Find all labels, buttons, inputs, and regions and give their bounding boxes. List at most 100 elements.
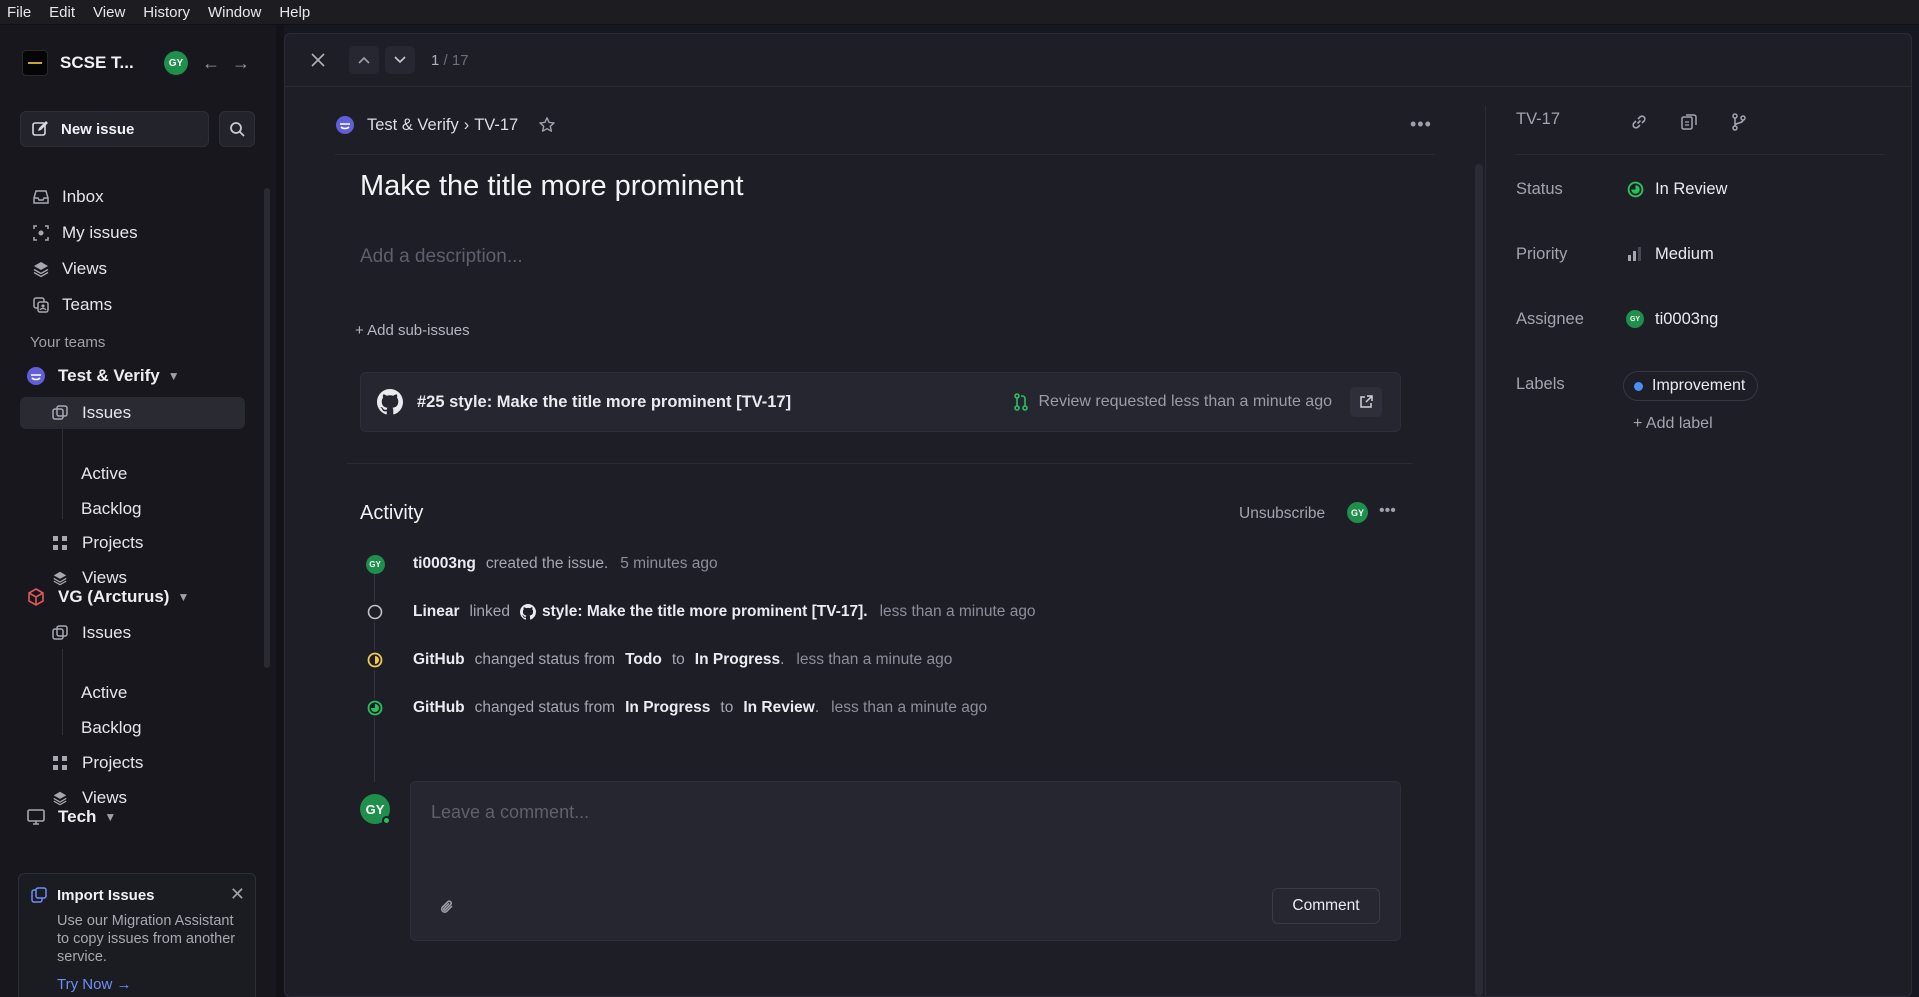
team-test-verify[interactable]: Test & Verify ▼: [26, 361, 256, 391]
sidebar-item-label: Teams: [62, 295, 113, 314]
breadcrumb-issue-id[interactable]: TV-17: [474, 116, 518, 135]
breadcrumb-team[interactable]: Test & Verify: [367, 116, 459, 135]
event-actor[interactable]: ti0003ng: [413, 555, 476, 573]
sidebar-item-issues[interactable]: Issues: [20, 617, 245, 649]
workspace-name[interactable]: SCSE T...: [60, 53, 150, 73]
event-target[interactable]: style: Make the title more prominent [TV…: [542, 603, 868, 621]
sidebar-item-label: Inbox: [62, 187, 104, 206]
workspace-logo[interactable]: [22, 50, 48, 76]
description-field[interactable]: Add a description...: [360, 246, 523, 268]
import-icon: [31, 887, 47, 903]
import-issues-card: Import Issues ✕ Use our Migration Assist…: [18, 873, 256, 997]
sidebar-item-projects[interactable]: Projects: [20, 527, 245, 559]
team-name: VG (Arcturus): [58, 587, 170, 606]
copy-id-icon[interactable]: [1675, 108, 1703, 136]
issue-title[interactable]: Make the title more prominent: [360, 170, 744, 203]
caret-down-icon: ▼: [104, 810, 117, 824]
previous-issue-button[interactable]: [349, 46, 379, 74]
paperclip-icon[interactable]: [439, 898, 455, 916]
main-scrollbar[interactable]: [1475, 164, 1483, 996]
team-vg-arcturus[interactable]: VG (Arcturus) ▼: [26, 582, 256, 612]
assignee-selector[interactable]: GY ti0003ng: [1625, 307, 1718, 331]
sidebar-item-label: Projects: [82, 753, 144, 772]
add-sub-issues-button[interactable]: + Add sub-issues: [355, 322, 470, 339]
sidebar-divider[interactable]: [276, 25, 284, 997]
next-issue-button[interactable]: [385, 46, 415, 74]
event-text: changed status from: [474, 699, 616, 716]
breadcrumb-separator: ›: [463, 115, 470, 134]
sidebar-item-teams[interactable]: Teams: [20, 289, 245, 321]
sidebar-item-issues[interactable]: Issues: [20, 397, 245, 429]
sidebar-item-views[interactable]: Views: [20, 253, 245, 285]
sidebar-item-label: Projects: [82, 533, 144, 552]
unsubscribe-button[interactable]: Unsubscribe: [1239, 505, 1325, 523]
close-icon[interactable]: ✕: [230, 884, 245, 905]
in-progress-status-icon: [365, 650, 385, 670]
status-selector[interactable]: In Review: [1625, 177, 1727, 201]
issue-id: TV-17: [1516, 110, 1561, 128]
event-time: less than a minute ago: [831, 699, 988, 716]
issue-position-current: 1: [431, 51, 440, 69]
breadcrumb: Test & Verify › TV-17: [335, 110, 556, 140]
event-actor[interactable]: GitHub: [413, 699, 465, 717]
user-avatar[interactable]: GY: [164, 51, 188, 75]
star-icon[interactable]: [538, 116, 556, 134]
more-options-icon[interactable]: •••: [1410, 114, 1432, 135]
sidebar-item-label: My issues: [62, 223, 138, 242]
event-text: changed status from: [474, 651, 616, 668]
event-status-to: In Progress: [694, 651, 781, 668]
sidebar-item-my-issues[interactable]: My issues: [20, 217, 245, 249]
online-indicator: [382, 816, 391, 825]
search-icon: [229, 121, 245, 137]
close-issue-button[interactable]: [305, 47, 331, 73]
event-status-from: Todo: [625, 651, 662, 668]
sidebar-item-projects[interactable]: Projects: [20, 747, 245, 779]
subscriber-avatar[interactable]: GY: [1347, 502, 1368, 523]
forward-arrow-icon[interactable]: →: [232, 53, 250, 74]
assignee-label: Assignee: [1516, 310, 1584, 328]
team-tech[interactable]: Tech ▼: [26, 802, 256, 832]
comment-editor[interactable]: Leave a comment... Comment: [410, 781, 1401, 941]
link-icon[interactable]: [1625, 108, 1653, 136]
search-button[interactable]: [219, 111, 255, 147]
external-link-icon: [1359, 395, 1373, 409]
priority-selector[interactable]: Medium: [1625, 242, 1714, 266]
issue-actions: [1625, 108, 1775, 136]
event-actor[interactable]: Linear: [413, 603, 460, 621]
sidebar-item-active[interactable]: Active: [81, 678, 127, 708]
branch-icon[interactable]: [1725, 108, 1753, 136]
sidebar-item-active[interactable]: Active: [81, 459, 127, 489]
menu-file[interactable]: File: [6, 4, 32, 21]
label-name: Improvement: [1652, 377, 1746, 394]
sidebar-item-label: Views: [62, 259, 108, 278]
menu-edit[interactable]: Edit: [48, 4, 76, 21]
menu-help[interactable]: Help: [278, 4, 311, 21]
back-arrow-icon[interactable]: ←: [202, 53, 220, 74]
event-status-from: In Progress: [625, 699, 711, 716]
workspace-header: SCSE T... GY ← →: [22, 47, 262, 79]
new-issue-button[interactable]: New issue: [20, 111, 209, 147]
sidebar-item-inbox[interactable]: Inbox: [20, 181, 245, 213]
sidebar-scrollbar[interactable]: [264, 188, 270, 668]
event-status-to: In Review: [743, 699, 815, 716]
event-actor[interactable]: GitHub: [413, 651, 465, 669]
menu-window[interactable]: Window: [207, 4, 262, 21]
pull-request-card[interactable]: #25 style: Make the title more prominent…: [360, 372, 1401, 432]
comment-button[interactable]: Comment: [1272, 888, 1380, 924]
add-label-button[interactable]: + Add label: [1633, 415, 1713, 433]
import-card-title: Import Issues: [57, 887, 155, 904]
priority-value: Medium: [1655, 244, 1714, 263]
activity-more-icon[interactable]: •••: [1379, 502, 1396, 520]
menu-view[interactable]: View: [92, 4, 126, 21]
try-now-link[interactable]: Try Now →: [57, 976, 131, 993]
in-review-status-icon: [1625, 181, 1645, 198]
menu-history[interactable]: History: [142, 4, 191, 21]
activity-event: GitHub changed status from In Progress t…: [365, 696, 987, 720]
event-to-word: to: [720, 699, 734, 716]
open-external-button[interactable]: [1350, 387, 1382, 417]
sidebar-item-backlog[interactable]: Backlog: [81, 713, 141, 743]
sidebar-item-backlog[interactable]: Backlog: [81, 494, 141, 524]
label-chip-improvement[interactable]: Improvement: [1623, 371, 1759, 401]
grid-icon: [50, 535, 70, 551]
sidebar-item-label: Issues: [82, 623, 132, 642]
